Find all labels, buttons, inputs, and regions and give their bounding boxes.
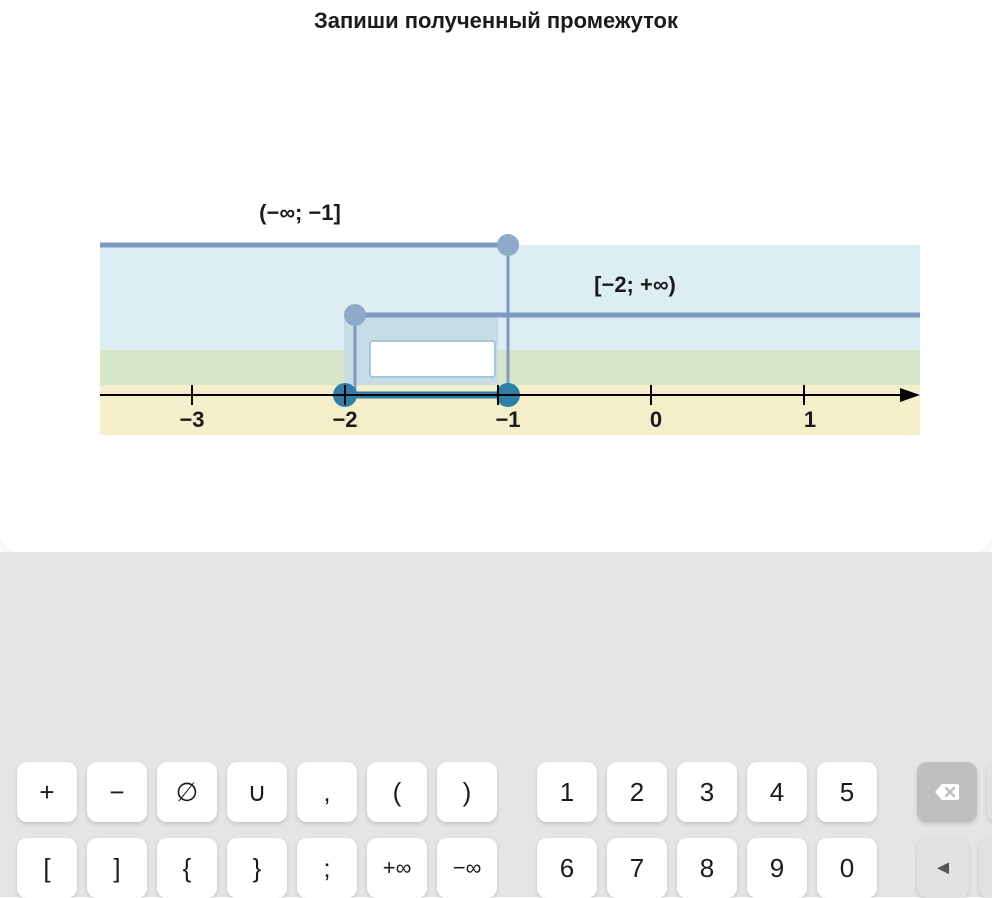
key-6[interactable]: 6 [537,838,597,898]
backspace-icon [934,782,960,802]
band-mid [100,350,920,385]
key-2[interactable]: 2 [607,762,667,822]
key-bracket-close[interactable]: ] [87,838,147,898]
key-backspace[interactable] [917,762,977,822]
interval-top-label: (−∞; −1] [259,200,341,225]
key-7[interactable]: 7 [607,838,667,898]
keyboard-gap [887,838,917,898]
answer-input[interactable] [369,340,496,378]
tick-label: 0 [650,407,662,432]
key-semicolon[interactable]: ; [297,838,357,898]
band-upper [100,245,920,350]
keyboard-gap [507,838,537,898]
key-bracket-open[interactable]: [ [17,838,77,898]
key-9[interactable]: 9 [747,838,807,898]
question-card: Запиши полученный промежуток (−∞; −1] [−… [0,0,992,552]
key-paren-close[interactable]: ) [437,762,497,822]
interval-mid-endpoint [344,304,366,326]
interval-mid-label: [−2; +∞) [594,272,676,297]
key-union[interactable]: ∪ [227,762,287,822]
key-plus[interactable]: + [17,762,77,822]
key-minus[interactable]: − [87,762,147,822]
key-0[interactable]: 0 [817,838,877,898]
key-4[interactable]: 4 [747,762,807,822]
key-brace-open[interactable]: { [157,838,217,898]
keyboard-row-2: [ ] { } ; +∞ −∞ 6 7 8 9 0 ◄ ► [17,838,992,898]
key-3[interactable]: 3 [677,762,737,822]
key-cursor-right[interactable]: ► [979,838,992,898]
key-comma[interactable]: , [297,762,357,822]
key-plus-infinity[interactable]: +∞ [367,838,427,898]
key-1[interactable]: 1 [537,762,597,822]
number-line-chart: (−∞; −1] [−2; +∞) −3 −2 −1 0 [100,175,920,435]
keyboard-row-1: + − ∅ ∪ , ( ) 1 2 3 4 5 OK [17,762,992,822]
key-ok[interactable]: OK [987,762,992,822]
tick-label: −1 [495,407,520,432]
key-paren-open[interactable]: ( [367,762,427,822]
page-title: Запиши полученный промежуток [0,0,992,34]
interval-top-endpoint [497,234,519,256]
keyboard-gap [507,762,537,822]
key-empty-set[interactable]: ∅ [157,762,217,822]
chart-svg: (−∞; −1] [−2; +∞) −3 −2 −1 0 [100,175,920,435]
tick-label: −2 [332,407,357,432]
key-8[interactable]: 8 [677,838,737,898]
math-keyboard: + − ∅ ∪ , ( ) 1 2 3 4 5 OK [ ] { } ; +∞ … [0,750,992,897]
tick-label: 1 [804,407,816,432]
key-minus-infinity[interactable]: −∞ [437,838,497,898]
key-brace-close[interactable]: } [227,838,287,898]
key-cursor-left[interactable]: ◄ [917,838,969,898]
key-5[interactable]: 5 [817,762,877,822]
keyboard-gap [887,762,917,822]
tick-label: −3 [179,407,204,432]
